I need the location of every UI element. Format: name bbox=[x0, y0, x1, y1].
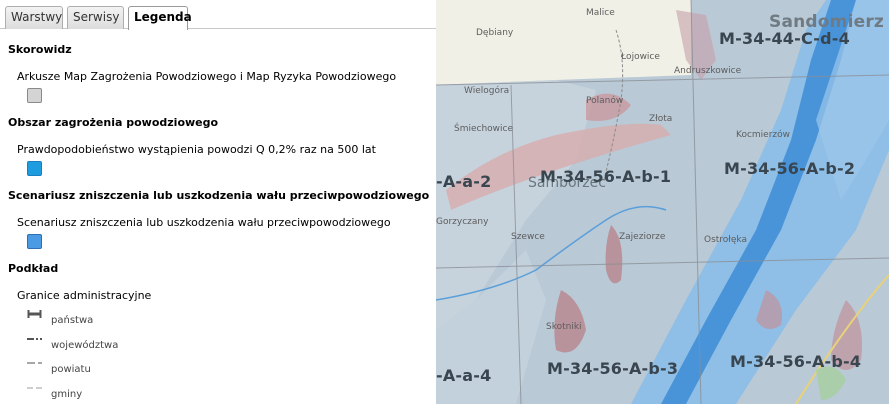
place-label: Skotniki bbox=[546, 322, 582, 332]
legend-item-granice: Granice administracyjne bbox=[17, 289, 152, 302]
sheet-label: M-34-44-C-d-4 bbox=[719, 29, 850, 48]
sheet-label: M-34-56-A-b-2 bbox=[724, 159, 856, 178]
border-gminy-icon bbox=[27, 387, 42, 389]
legend-swatch-scenariusz bbox=[27, 234, 42, 249]
place-label: Ostrołęka bbox=[704, 235, 747, 245]
legend-item-scenariusz: Scenariusz zniszczenia lub uszkodzenia w… bbox=[17, 216, 391, 229]
legend-item-q02: Prawdopodobieństwo wystąpienia powodzi Q… bbox=[17, 143, 376, 156]
legend-item-arkusze: Arkusze Map Zagrożenia Powodziowego i Ma… bbox=[17, 70, 397, 83]
section-heading-obszar: Obszar zagrożenia powodziowego bbox=[8, 116, 219, 129]
border-label-wojewodztwa: województwa bbox=[51, 340, 119, 351]
place-label: Andruszkowice bbox=[674, 66, 742, 76]
place-label: Złota bbox=[649, 114, 673, 124]
tab-warstwy[interactable]: Warstwy bbox=[5, 6, 63, 29]
sheet-label: M-34-56-A-b-3 bbox=[547, 359, 679, 378]
place-label: Szewce bbox=[511, 232, 545, 242]
tab-serwisy[interactable]: Serwisy bbox=[67, 6, 124, 29]
place-label: Malice bbox=[586, 8, 615, 18]
place-label: Wielogóra bbox=[464, 86, 510, 96]
border-label-panstwa: państwa bbox=[51, 315, 94, 326]
sheet-label: M-34-56-A-b-4 bbox=[730, 352, 862, 371]
place-label: Łojowice bbox=[621, 52, 660, 62]
place-label: Zajeziorze bbox=[619, 232, 666, 242]
border-panstwa-icon bbox=[27, 310, 42, 318]
border-wojewodztwa-icon bbox=[27, 338, 42, 340]
sheet-label: M-34-56-A-b-1 bbox=[540, 167, 672, 186]
section-heading-skorowidz: Skorowidz bbox=[8, 43, 72, 56]
sheet-label: -A-a-2 bbox=[436, 172, 492, 191]
tab-legenda[interactable]: Legenda bbox=[128, 6, 192, 30]
tab-bar: Warstwy Serwisy Legenda bbox=[0, 0, 436, 30]
border-label-powiatu: powiatu bbox=[51, 364, 91, 375]
legend-panel: Warstwy Serwisy Legenda Skorowidz Arkusz… bbox=[0, 0, 436, 404]
border-label-gminy: gminy bbox=[51, 389, 83, 400]
legend-swatch-arkusze bbox=[27, 88, 42, 103]
place-label: Polanów bbox=[586, 96, 624, 106]
map-view[interactable]: Malice Dębiany Łojowice Andruszkowice Wi… bbox=[436, 0, 889, 404]
section-heading-podklad: Podkład bbox=[8, 262, 59, 275]
sheet-label: -A-a-4 bbox=[436, 366, 492, 385]
place-label: Gorzyczany bbox=[436, 217, 489, 227]
border-powiatu-icon bbox=[27, 362, 42, 364]
place-label: Kocmierzów bbox=[736, 130, 791, 140]
section-heading-scenariusz: Scenariusz zniszczenia lub uszkodzenia w… bbox=[8, 189, 430, 202]
place-label: Dębiany bbox=[476, 28, 514, 38]
map-canvas bbox=[436, 0, 889, 404]
place-label: Śmiechowice bbox=[454, 124, 514, 134]
legend-swatch-q02 bbox=[27, 161, 42, 176]
